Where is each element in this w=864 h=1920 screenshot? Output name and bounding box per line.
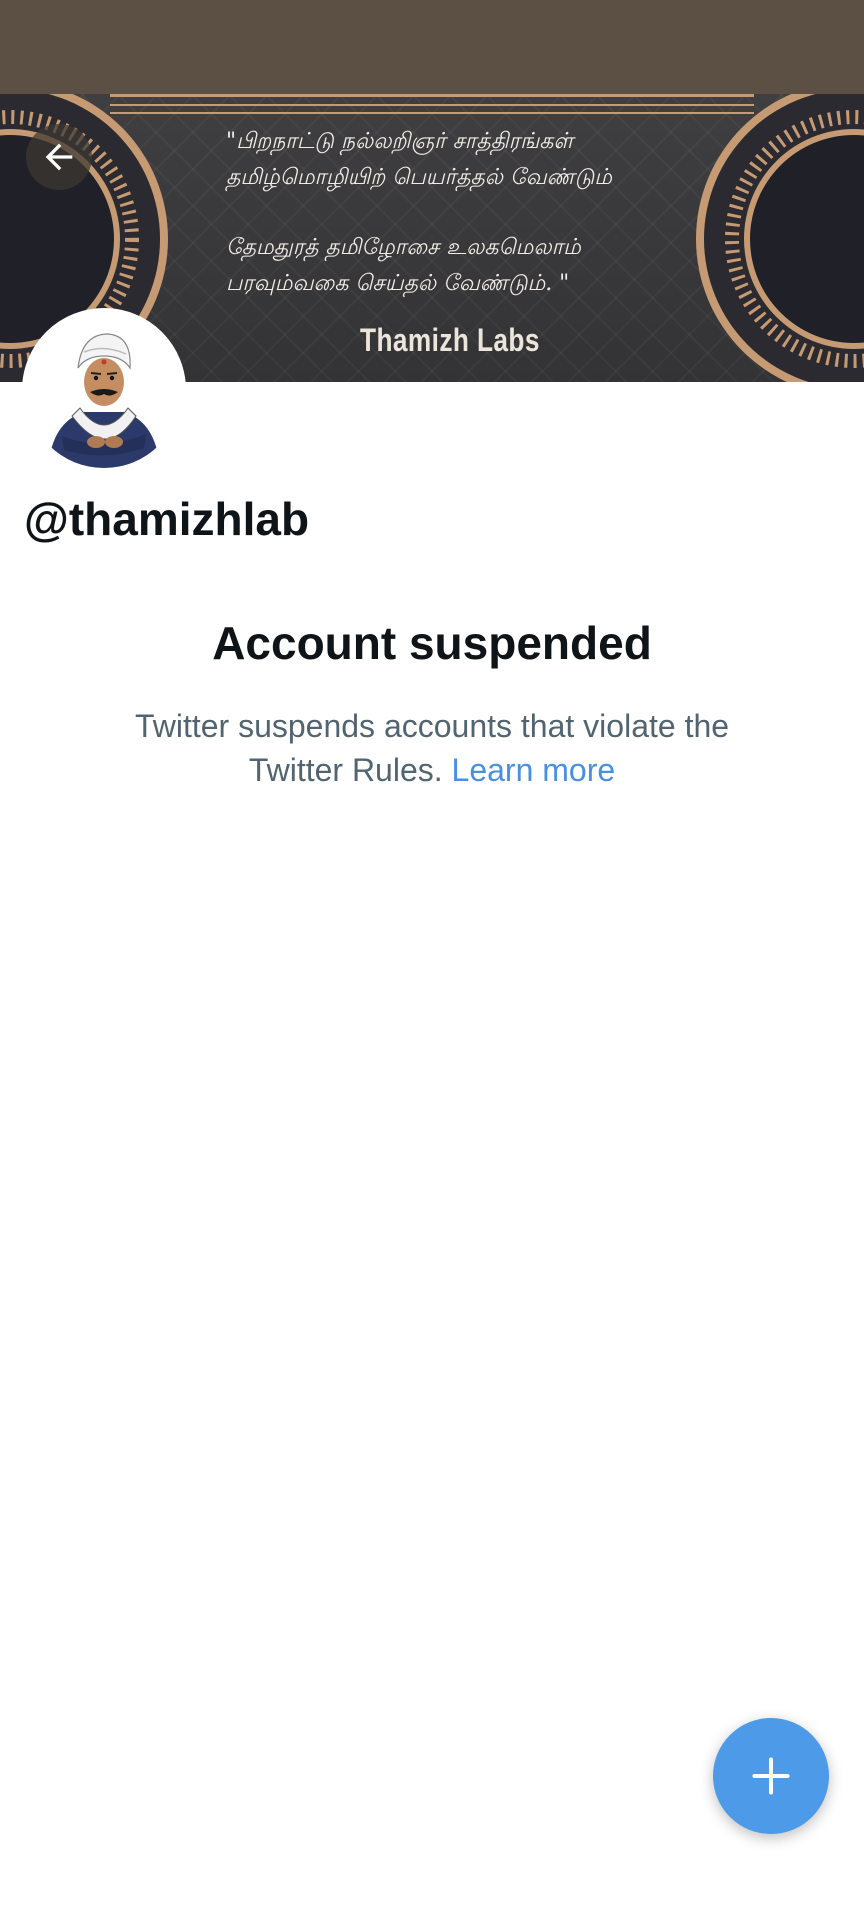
suspended-title: Account suspended xyxy=(212,617,652,669)
banner-brand: Thamizh Labs xyxy=(360,322,540,358)
banner-circle-decoration xyxy=(696,94,864,382)
back-button[interactable] xyxy=(26,124,92,190)
suspended-message-text: Twitter suspends accounts that violate t… xyxy=(134,708,730,788)
plus-icon xyxy=(752,1757,790,1795)
banner-quote-line: தமிழ்மொழியிற் பெயர்த்தல் வேண்டும் xyxy=(226,165,612,190)
profile-handle: @thamizhlab xyxy=(24,493,310,545)
learn-more-link[interactable]: Learn more xyxy=(452,752,616,788)
arrow-left-icon xyxy=(45,143,73,171)
avatar[interactable] xyxy=(22,308,186,472)
banner-quote-line: பரவும்வகை செய்தல் வேண்டும். " xyxy=(226,271,570,296)
profile-page: "பிறநாட்டு நல்லறிஞர் சாத்திரங்கள் தமிழ்ம… xyxy=(0,0,864,1920)
status-bar xyxy=(0,0,864,94)
compose-button[interactable] xyxy=(713,1718,829,1834)
avatar-portrait-icon xyxy=(48,333,160,468)
suspended-message: Twitter suspends accounts that violate t… xyxy=(90,704,774,792)
banner-quote-line: "பிறநாட்டு நல்லறிஞர் சாத்திரங்கள் xyxy=(226,129,574,154)
banner-quote-line: தேமதுரத் தமிழோசை உலகமெலாம் xyxy=(226,235,581,260)
banner-quote: "பிறநாட்டு நல்லறிஞர் சாத்திரங்கள் தமிழ்ம… xyxy=(226,124,706,302)
